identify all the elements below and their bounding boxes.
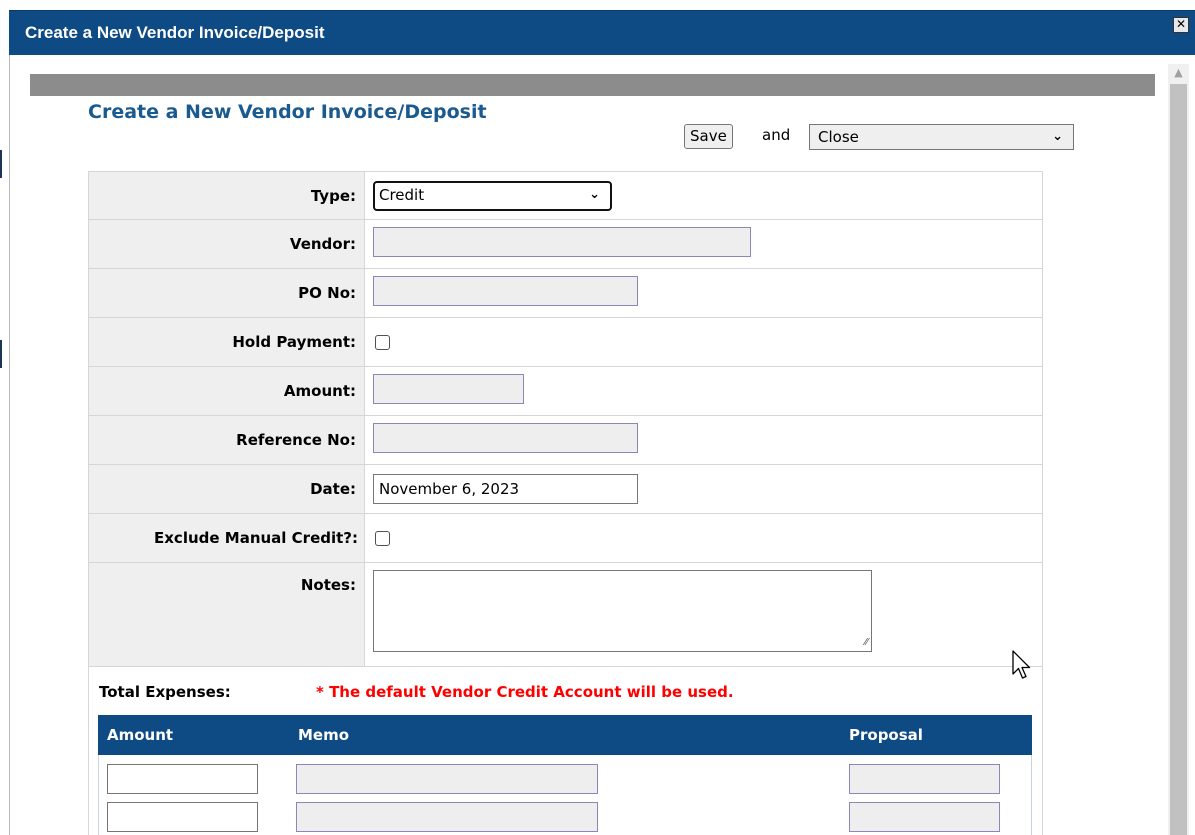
after-save-select[interactable]: Close ⌄ (809, 124, 1074, 150)
hold-payment-checkbox[interactable] (375, 335, 390, 350)
default-account-note: * The default Vendor Credit Account will… (316, 683, 734, 701)
po-label: PO No: (88, 268, 365, 318)
and-label: and (762, 126, 791, 144)
chevron-down-icon: ⌄ (589, 186, 600, 202)
amount-cell (364, 366, 1043, 416)
after-save-selected-value: Close (818, 128, 859, 146)
reference-row: Reference No: (88, 415, 1043, 465)
notes-cell: ⁄⁄ (364, 562, 1043, 667)
notes-label: Notes: (88, 562, 365, 667)
expense-memo-input[interactable] (296, 764, 598, 794)
scroll-up-arrow-icon[interactable]: ▲ (1168, 64, 1189, 82)
dialog-titlebar[interactable]: Create a New Vendor Invoice/Deposit (9, 10, 1195, 55)
vendor-label: Vendor: (88, 219, 365, 269)
type-row: Type: Credit ⌄ (88, 171, 1043, 220)
hold-payment-row: Hold Payment: (88, 317, 1043, 367)
vendor-row: Vendor: (88, 219, 1043, 269)
form-heading: Create a New Vendor Invoice/Deposit (88, 101, 487, 123)
exclude-credit-cell (364, 513, 1043, 563)
close-icon[interactable]: ✕ (1173, 17, 1189, 33)
date-cell: November 6, 2023 (364, 464, 1043, 514)
type-selected-value: Credit (379, 185, 425, 204)
po-row: PO No: (88, 268, 1043, 318)
date-input[interactable]: November 6, 2023 (373, 474, 638, 504)
scrollbar-thumb[interactable] (1170, 84, 1187, 835)
reference-label: Reference No: (88, 415, 365, 465)
dialog-title: Create a New Vendor Invoice/Deposit (25, 23, 325, 42)
expense-proposal-input[interactable] (849, 802, 1000, 832)
reference-number-input[interactable] (373, 423, 638, 453)
date-row: Date: November 6, 2023 (88, 464, 1043, 514)
notes-row: Notes: ⁄⁄ (88, 562, 1043, 667)
total-expenses-label: Total Expenses: (99, 683, 231, 701)
edge-mark (0, 340, 2, 368)
edge-mark (0, 150, 2, 178)
expense-amount-input[interactable] (107, 764, 258, 794)
amount-input[interactable] (373, 374, 524, 404)
amount-row: Amount: (88, 366, 1043, 416)
expense-memo-input[interactable] (296, 802, 598, 832)
date-label: Date: (88, 464, 365, 514)
amount-label: Amount: (88, 366, 365, 416)
invoice-form-table: Type: Credit ⌄ Vendor: PO No: Hold Payme… (88, 171, 1043, 667)
notes-textarea[interactable]: ⁄⁄ (373, 570, 872, 652)
type-select[interactable]: Credit ⌄ (373, 180, 612, 211)
form-top-bar (30, 74, 1155, 96)
exclude-credit-label: Exclude Manual Credit?: (88, 513, 365, 563)
type-label: Type: (88, 171, 365, 220)
reference-cell (364, 415, 1043, 465)
chevron-down-icon: ⌄ (1052, 129, 1063, 144)
resize-grip-icon[interactable]: ⁄⁄ (865, 637, 868, 648)
left-page-edge (0, 0, 9, 835)
expenses-table-header: Amount Memo Proposal (98, 715, 1032, 755)
type-cell: Credit ⌄ (364, 171, 1043, 220)
vendor-input[interactable] (373, 227, 751, 257)
exclude-credit-row: Exclude Manual Credit?: (88, 513, 1043, 563)
save-button[interactable]: Save (684, 124, 733, 149)
mouse-pointer-icon (1012, 650, 1031, 679)
expense-amount-input[interactable] (107, 802, 258, 832)
po-cell (364, 268, 1043, 318)
column-header-amount: Amount (107, 726, 174, 744)
column-header-proposal: Proposal (849, 726, 923, 744)
hold-payment-cell (364, 317, 1043, 367)
vendor-cell (364, 219, 1043, 269)
po-number-input[interactable] (373, 276, 638, 306)
hold-payment-label: Hold Payment: (88, 317, 365, 367)
column-header-memo: Memo (298, 726, 350, 744)
exclude-manual-credit-checkbox[interactable] (375, 531, 390, 546)
expense-proposal-input[interactable] (849, 764, 1000, 794)
